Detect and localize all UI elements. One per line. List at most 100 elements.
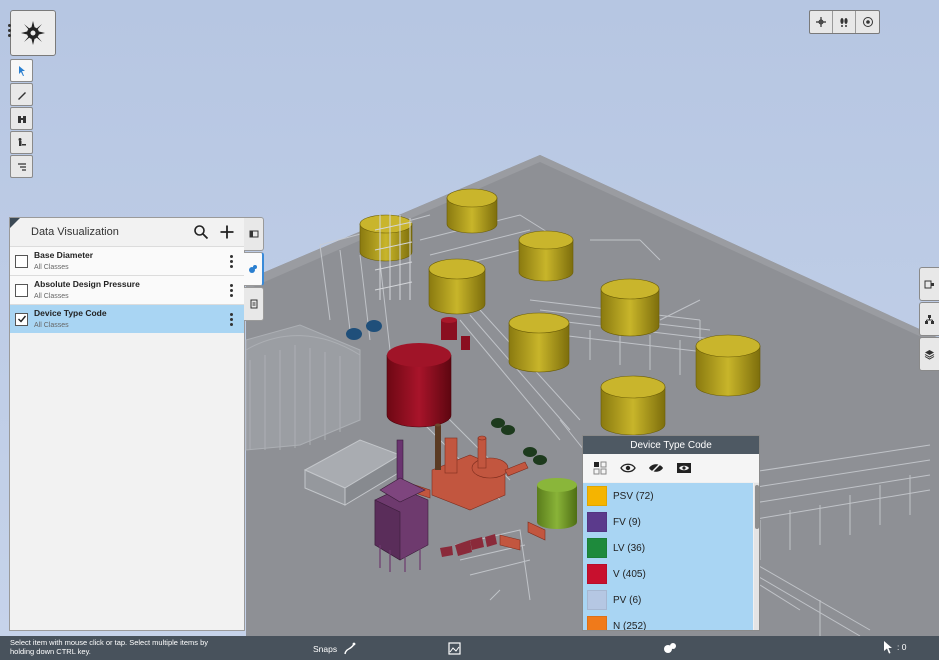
hierarchy-icon <box>925 314 934 324</box>
legend-label: FV (9) <box>613 516 641 528</box>
binoculars-icon <box>17 115 26 123</box>
eye-isolate-icon <box>677 463 691 473</box>
list-item[interactable]: PSV (72) <box>583 483 753 509</box>
eye-icon <box>620 463 636 473</box>
data-visualization-icon <box>664 643 676 653</box>
crosshair-button[interactable] <box>810 11 833 33</box>
report-icon <box>250 299 257 309</box>
person-walk-icon <box>18 137 26 146</box>
select-tool-button[interactable] <box>10 59 33 82</box>
item-subtitle: All Classes <box>34 321 69 329</box>
snap-curve-icon <box>344 642 356 655</box>
item-name: Base Diameter <box>34 249 94 260</box>
select-arrow-icon <box>18 65 25 76</box>
list-item[interactable]: N (252) <box>583 613 753 631</box>
snaps-button[interactable]: Snaps <box>313 642 357 656</box>
list-item[interactable]: Base Diameter All Classes <box>10 246 244 275</box>
scrollbar-thumb[interactable] <box>755 485 759 529</box>
legend-list: PSV (72) FV (9) LV (36) V (405) PV (6) N… <box>583 483 753 631</box>
search-icon <box>194 225 209 240</box>
crosshair-icon <box>816 17 826 27</box>
add-button[interactable] <box>216 221 238 243</box>
legend-label: V (405) <box>613 568 646 580</box>
hierarchy-button[interactable] <box>919 302 939 336</box>
data-visualization-icon <box>249 265 257 273</box>
right-toolbar <box>919 267 939 372</box>
footprints-icon <box>840 18 848 27</box>
tab-reports[interactable] <box>244 287 264 321</box>
select-all-button[interactable] <box>589 459 611 477</box>
legend-label: LV (36) <box>613 542 646 554</box>
item-checkbox[interactable] <box>15 254 28 268</box>
show-button[interactable] <box>617 459 639 477</box>
item-menu-button[interactable] <box>224 251 238 271</box>
legend-swatch <box>587 512 607 532</box>
gear-compass-icon <box>21 21 45 45</box>
hide-button[interactable] <box>645 459 667 477</box>
legend-label: N (252) <box>613 620 647 631</box>
data-visualization-panel: Data Visualization Base Diameter All Cla… <box>9 217 245 631</box>
snaps-label: Snaps <box>313 644 338 654</box>
tag-button[interactable] <box>919 267 939 301</box>
layers-icon <box>924 349 935 360</box>
panel-side-tabs <box>244 217 264 322</box>
selection-count-text: : 0 <box>897 642 907 652</box>
list-item[interactable]: LV (36) <box>583 535 753 561</box>
panel-corner-marker <box>10 218 20 228</box>
item-name: Absolute Design Pressure <box>34 278 140 289</box>
selection-count: : 0 <box>883 640 906 654</box>
view-controls <box>809 10 880 34</box>
item-checkbox[interactable] <box>15 283 28 297</box>
data-visualization-status-button[interactable] <box>662 640 678 656</box>
main-tool-grip <box>8 24 11 38</box>
main-tool-button[interactable] <box>10 10 56 56</box>
layers-button[interactable] <box>919 337 939 371</box>
left-toolbar <box>10 59 33 179</box>
screenshot-button[interactable] <box>446 640 462 656</box>
item-name: Device Type Code <box>34 307 107 318</box>
tab-data-visualization[interactable] <box>244 252 264 286</box>
item-menu-button[interactable] <box>224 280 238 300</box>
panel-header: Data Visualization <box>10 218 244 246</box>
legend-toolbar <box>583 454 759 482</box>
plus-icon <box>220 225 234 239</box>
tag-icon <box>924 280 934 288</box>
list-filter-icon <box>17 162 26 171</box>
status-hint: Select item with mouse click or tap. Sel… <box>10 638 208 656</box>
status-bar: Select item with mouse click or tap. Sel… <box>0 636 939 660</box>
measure-tool-button[interactable] <box>10 83 33 106</box>
list-item[interactable]: V (405) <box>583 561 753 587</box>
legend-label: PSV (72) <box>613 490 654 502</box>
eye-hidden-icon <box>649 462 663 474</box>
checkmark-icon <box>17 315 26 323</box>
filter-tool-button[interactable] <box>10 155 33 178</box>
legend-swatch <box>587 538 607 558</box>
legend-label: PV (6) <box>613 594 642 606</box>
tab-collapse[interactable] <box>244 217 264 251</box>
device-type-legend: Device Type Code PSV (72) FV (9) LV (36) <box>582 435 760 631</box>
search-button[interactable] <box>190 221 212 243</box>
walk-tool-button[interactable] <box>10 131 33 154</box>
item-subtitle: All Classes <box>34 292 69 300</box>
isolate-button[interactable] <box>673 459 695 477</box>
item-subtitle: All Classes <box>34 263 69 271</box>
legend-swatch <box>587 486 607 506</box>
view-cube-button[interactable] <box>856 11 879 33</box>
item-menu-button[interactable] <box>224 309 238 329</box>
legend-swatch <box>587 590 607 610</box>
legend-scrollbar[interactable] <box>754 483 759 630</box>
search-tool-button[interactable] <box>10 107 33 130</box>
legend-swatch <box>587 564 607 584</box>
footprints-button[interactable] <box>833 11 856 33</box>
collapse-panel-icon <box>249 230 258 238</box>
list-item[interactable]: Absolute Design Pressure All Classes <box>10 275 244 304</box>
list-item[interactable]: PV (6) <box>583 587 753 613</box>
list-item[interactable]: FV (9) <box>583 509 753 535</box>
legend-swatch <box>587 616 607 630</box>
item-checkbox[interactable] <box>15 312 28 326</box>
list-item[interactable]: Device Type Code All Classes <box>10 304 244 333</box>
legend-title: Device Type Code <box>583 436 759 454</box>
view-cube-icon <box>862 17 873 27</box>
panel-title: Data Visualization <box>31 226 119 238</box>
checker-grid-icon <box>593 461 607 475</box>
